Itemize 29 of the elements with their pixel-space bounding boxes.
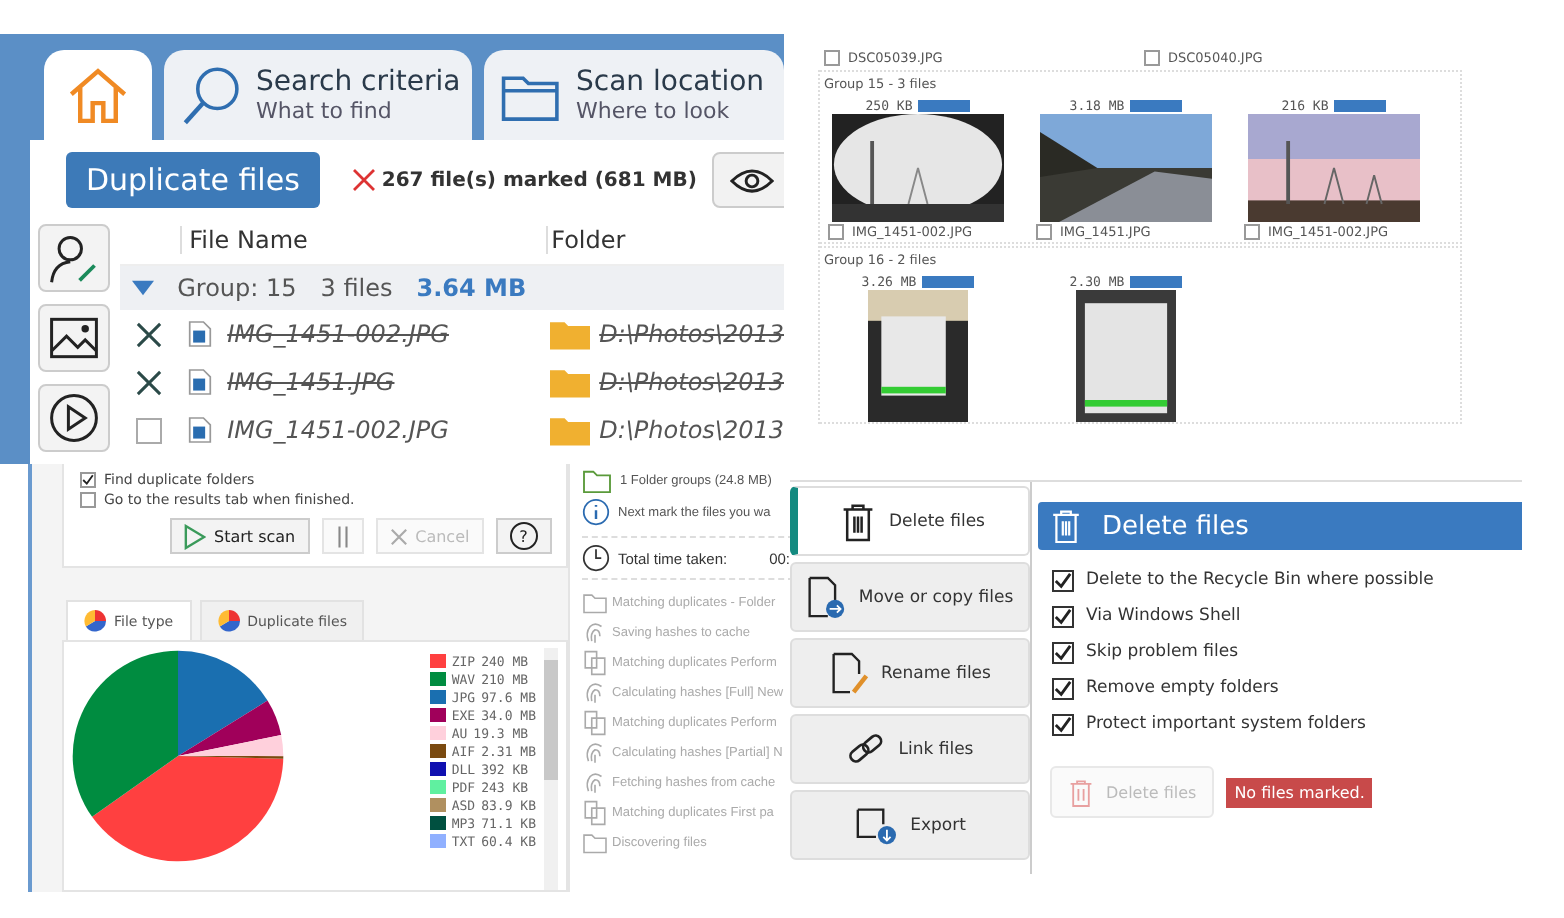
column-header[interactable]: Folder (545, 226, 784, 254)
file-name: IMG_1451-002.JPG (227, 320, 449, 348)
header-title: Delete files (1102, 511, 1249, 541)
option-label: Remove empty folders (1086, 678, 1279, 698)
nav-tab[interactable]: Search criteria What to find (164, 50, 472, 140)
file-name: IMG_1451-002.JPG (227, 416, 449, 444)
nav-tab[interactable]: Scan location Where to look (484, 50, 784, 140)
marked-summary: 267 file(s) marked (681 MB) (381, 169, 697, 191)
status-badge: No files marked. (1226, 777, 1373, 807)
nav-button[interactable]: Delete files (790, 486, 1030, 556)
file-name: IMG_1451.JPG (227, 368, 395, 396)
group-count: 3 files (320, 274, 393, 302)
option-label: Via Windows Shell (1086, 606, 1241, 626)
group-label: Group: 15 (177, 274, 297, 302)
duplicate-files-button[interactable]: Duplicate files (66, 152, 320, 208)
option-label: Skip problem files (1086, 642, 1239, 662)
help-button[interactable]: ? (495, 518, 552, 554)
folder-path: D:\Photos\2013 (599, 368, 784, 396)
option-label: Protect important system folders (1086, 714, 1366, 734)
column-header[interactable]: File Name (179, 226, 546, 254)
nav-button[interactable]: Move or copy files (790, 562, 1030, 632)
nav-button[interactable]: Link files (790, 714, 1030, 784)
start-scan-button[interactable]: Start scan (170, 518, 310, 554)
option-label: Delete to the Recycle Bin where possible (1086, 570, 1434, 590)
nav-button[interactable]: Rename files (790, 638, 1030, 708)
folder-path: D:\Photos\2013 (599, 320, 784, 348)
nav-button[interactable]: Export (790, 790, 1030, 860)
folder-path: D:\Photos\2013 (599, 416, 784, 444)
group-size: 3.64 MB (416, 274, 527, 302)
